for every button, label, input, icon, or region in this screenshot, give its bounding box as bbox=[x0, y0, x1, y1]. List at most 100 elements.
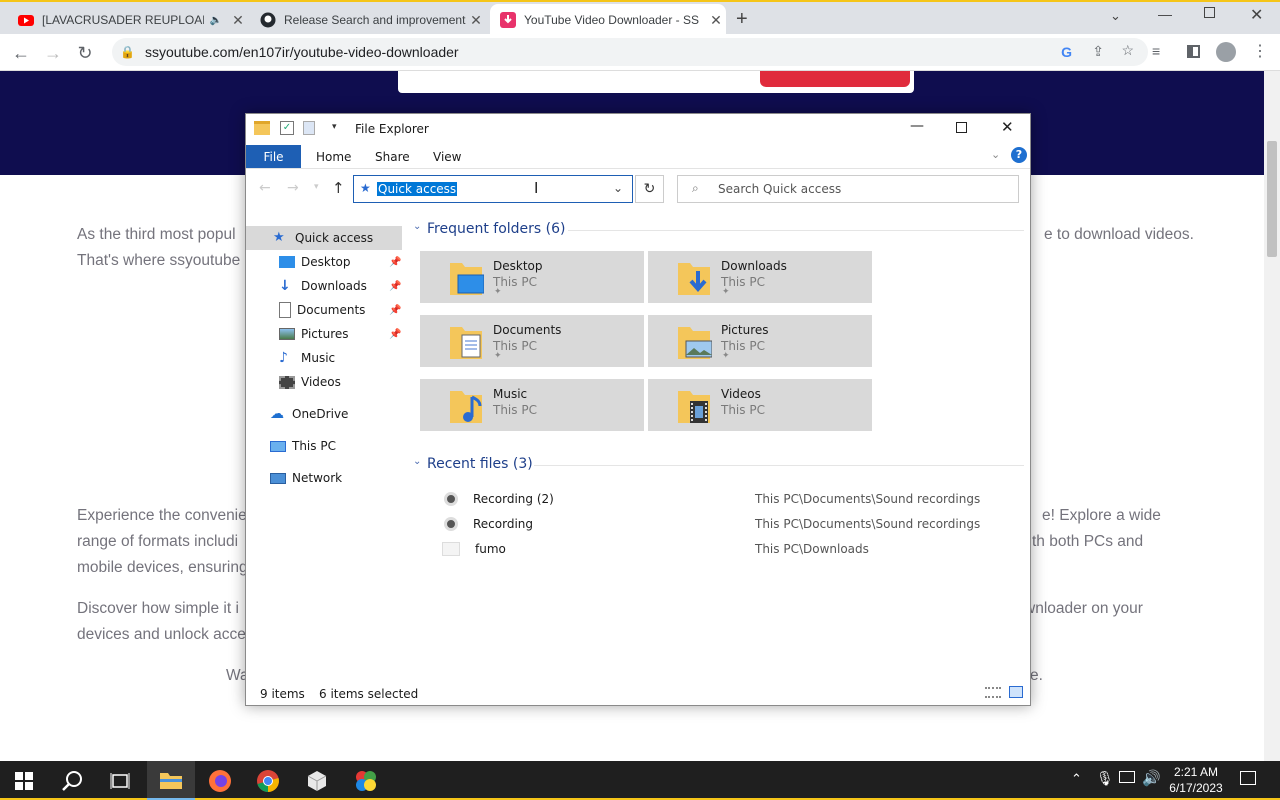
taskbar-file-explorer[interactable] bbox=[147, 761, 195, 800]
nav-pictures[interactable]: Pictures 📌 bbox=[246, 322, 402, 346]
tab-ssyoutube[interactable]: YouTube Video Downloader - SS ✕ bbox=[490, 4, 726, 36]
tab-search-icon[interactable]: ⌄ bbox=[1110, 8, 1121, 24]
collapse-frequent-icon[interactable]: ⌄ bbox=[413, 221, 421, 232]
collapse-recent-icon[interactable]: ⌄ bbox=[413, 456, 421, 467]
recent-file-row[interactable]: fumo This PC\Downloads bbox=[442, 538, 1022, 560]
volume-icon[interactable]: 🔊 bbox=[1142, 769, 1161, 787]
computer-icon bbox=[270, 440, 286, 452]
nav-downloads[interactable]: ↓ Downloads 📌 bbox=[246, 274, 402, 298]
google-icon[interactable]: G bbox=[1061, 44, 1072, 60]
start-button[interactable] bbox=[0, 761, 48, 800]
pin-icon: ✦ bbox=[494, 351, 502, 361]
clock[interactable]: 2:21 AM 6/17/2023 bbox=[1166, 764, 1226, 796]
profile-avatar[interactable] bbox=[1216, 42, 1236, 62]
recent-file-row[interactable]: Recording (2) This PC\Documents\Sound re… bbox=[444, 488, 1024, 510]
recent-locations-icon[interactable]: ▾ bbox=[314, 182, 319, 192]
back-button[interactable]: ← bbox=[8, 40, 34, 66]
desktop-icon bbox=[279, 256, 295, 268]
download-button[interactable] bbox=[760, 71, 910, 87]
search-button[interactable] bbox=[48, 761, 96, 800]
youtube-icon bbox=[18, 12, 34, 28]
help-icon[interactable]: ? bbox=[1011, 147, 1027, 163]
folder-tile-downloads[interactable]: Downloads This PC ✦ bbox=[648, 251, 872, 303]
ribbon-view-tab[interactable]: View bbox=[433, 150, 461, 164]
explorer-back-button[interactable]: ← bbox=[259, 180, 271, 196]
share-icon[interactable]: ⇪ bbox=[1092, 43, 1104, 60]
bookmark-star-icon[interactable]: ☆ bbox=[1121, 42, 1134, 59]
tab-close-icon[interactable]: ✕ bbox=[706, 12, 726, 29]
ribbon-file-tab[interactable]: File bbox=[246, 145, 301, 168]
explorer-maximize-button[interactable] bbox=[956, 122, 967, 133]
up-button[interactable]: ↑ bbox=[332, 179, 345, 197]
tab-close-icon[interactable]: ✕ bbox=[466, 12, 486, 29]
ribbon-share-tab[interactable]: Share bbox=[375, 150, 410, 164]
paragraph-2-right2: th both PCs and bbox=[1032, 533, 1144, 550]
explorer-minimize-button[interactable]: — bbox=[910, 118, 924, 134]
tab-title: YouTube Video Downloader - SS bbox=[524, 13, 700, 27]
folder-tile-desktop[interactable]: Desktop This PC ✦ bbox=[420, 251, 644, 303]
recent-files-header[interactable]: Recent files (3) bbox=[427, 456, 533, 472]
more-menu-icon[interactable]: ⋮ bbox=[1252, 41, 1268, 61]
taskbar-chrome[interactable] bbox=[244, 761, 292, 800]
nav-documents[interactable]: Documents 📌 bbox=[246, 298, 402, 322]
properties-icon[interactable]: ✓ bbox=[280, 121, 294, 135]
taskbar-firefox[interactable] bbox=[196, 761, 244, 800]
page-scrollbar[interactable] bbox=[1264, 71, 1280, 761]
new-folder-icon[interactable] bbox=[303, 121, 315, 135]
tab-close-icon[interactable]: ✕ bbox=[228, 12, 248, 29]
forward-button[interactable]: → bbox=[40, 40, 66, 66]
recent-file-name: Recording (2) bbox=[473, 492, 554, 506]
recent-file-path: This PC\Downloads bbox=[755, 542, 869, 556]
restore-button[interactable] bbox=[1204, 7, 1215, 18]
tab-github[interactable]: Release Search and improvement ✕ bbox=[250, 4, 486, 36]
search-field[interactable]: ⌕ Search Quick access bbox=[677, 175, 1019, 203]
browser-toolbar: ← → ↻ 🔒 ssyoutube.com/en107ir/youtube-vi… bbox=[0, 34, 1280, 71]
refresh-button[interactable]: ↻ bbox=[635, 175, 664, 203]
expand-ribbon-icon[interactable]: ⌄ bbox=[991, 148, 1000, 161]
show-hidden-icons[interactable]: ⌃ bbox=[1071, 771, 1082, 787]
status-selected-count: 6 items selected bbox=[319, 687, 419, 701]
explorer-close-button[interactable]: ✕ bbox=[1001, 118, 1014, 136]
explorer-forward-button[interactable]: → bbox=[287, 180, 299, 196]
nav-network[interactable]: Network bbox=[246, 466, 402, 490]
side-panel-icon[interactable] bbox=[1187, 45, 1200, 58]
audio-icon[interactable]: 🔈 bbox=[210, 15, 222, 26]
windows-taskbar: ⌃ 🎙 🔊 2:21 AM 6/17/2023 bbox=[0, 761, 1280, 800]
nav-videos[interactable]: Videos bbox=[246, 370, 402, 394]
notification-icon[interactable] bbox=[1240, 771, 1256, 785]
address-bar[interactable]: 🔒 ssyoutube.com/en107ir/youtube-video-do… bbox=[112, 38, 1148, 66]
address-field[interactable]: ★ Quick access I ⌄ bbox=[353, 175, 633, 203]
frequent-folders-header[interactable]: Frequent folders (6) bbox=[427, 221, 566, 237]
nav-label: Quick access bbox=[295, 231, 374, 245]
nav-quick-access[interactable]: ★ Quick access bbox=[246, 226, 402, 250]
nav-music[interactable]: ♪ Music bbox=[246, 346, 402, 370]
github-icon bbox=[260, 12, 276, 28]
tab-youtube[interactable]: [LAVACRUSADER REUPLOAD 🔈 ✕ bbox=[8, 4, 248, 36]
nav-onedrive[interactable]: ☁ OneDrive bbox=[246, 402, 402, 426]
folder-tile-pictures[interactable]: Pictures This PC ✦ bbox=[648, 315, 872, 367]
media-control-icon[interactable]: ≡ bbox=[1152, 43, 1160, 59]
minimize-button[interactable]: — bbox=[1158, 6, 1172, 22]
network-status-icon[interactable] bbox=[1119, 771, 1135, 783]
address-dropdown-icon[interactable]: ⌄ bbox=[613, 181, 623, 195]
nav-this-pc[interactable]: This PC bbox=[246, 434, 402, 458]
details-view-icon[interactable] bbox=[985, 687, 1001, 698]
folder-tile-music[interactable]: Music This PC bbox=[420, 379, 644, 431]
microphone-icon[interactable]: 🎙 bbox=[1096, 770, 1114, 787]
large-icons-view-icon[interactable] bbox=[1009, 686, 1023, 698]
recent-file-row[interactable]: Recording This PC\Documents\Sound record… bbox=[444, 513, 1024, 535]
paragraph-1a: As the third most popul bbox=[77, 226, 236, 243]
reload-button[interactable]: ↻ bbox=[72, 40, 98, 66]
folder-tile-documents[interactable]: Documents This PC ✦ bbox=[420, 315, 644, 367]
scrollbar-thumb[interactable] bbox=[1267, 141, 1277, 257]
close-window-button[interactable]: ✕ bbox=[1250, 5, 1263, 25]
taskbar-app-cube[interactable] bbox=[293, 761, 341, 800]
folder-tile-videos[interactable]: Videos This PC bbox=[648, 379, 872, 431]
new-tab-button[interactable]: + bbox=[736, 8, 748, 31]
task-view-button[interactable] bbox=[96, 761, 144, 800]
nav-desktop[interactable]: Desktop 📌 bbox=[246, 250, 402, 274]
ribbon-home-tab[interactable]: Home bbox=[316, 150, 351, 164]
customize-toolbar-icon[interactable]: ▾ bbox=[332, 122, 337, 132]
taskbar-app-color[interactable] bbox=[342, 761, 390, 800]
url-text: ssyoutube.com/en107ir/youtube-video-down… bbox=[144, 44, 459, 60]
